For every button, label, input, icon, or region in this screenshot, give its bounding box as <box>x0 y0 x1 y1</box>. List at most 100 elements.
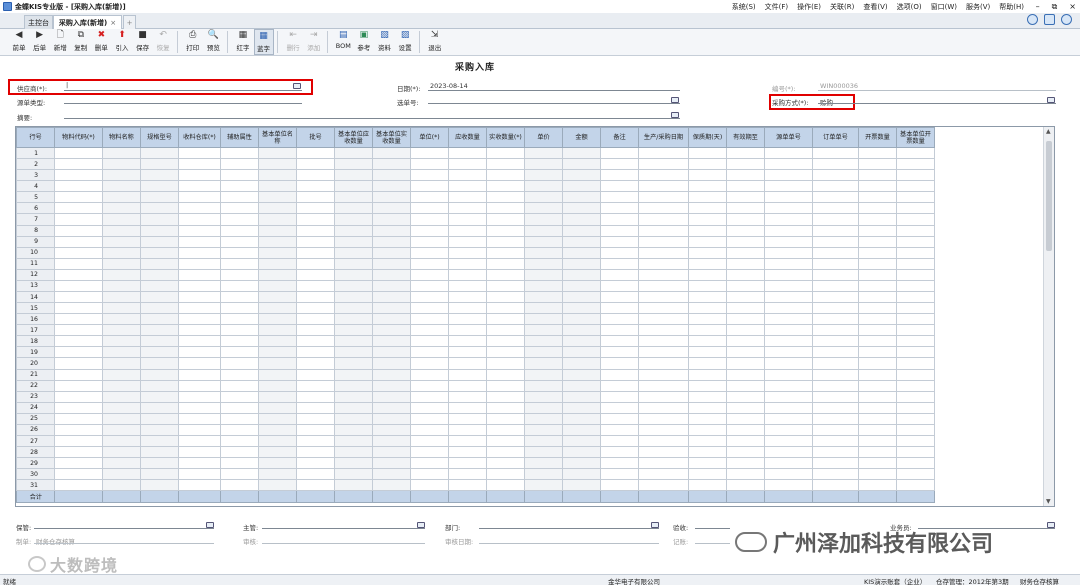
grid-cell[interactable] <box>638 235 689 248</box>
grid-cell[interactable] <box>562 279 601 293</box>
grid-cell[interactable] <box>764 412 813 425</box>
grid-cell[interactable] <box>102 180 141 193</box>
grid-cell[interactable] <box>688 158 727 171</box>
grid-cell[interactable] <box>258 468 297 481</box>
grid-cell[interactable] <box>140 435 179 448</box>
grid-cell[interactable] <box>726 279 765 293</box>
grid-cell[interactable] <box>410 279 449 293</box>
department-input[interactable] <box>479 528 659 529</box>
grid-cell[interactable] <box>296 468 335 481</box>
grid-cell[interactable] <box>896 158 935 171</box>
grid-cell[interactable] <box>178 435 221 448</box>
grid-cell[interactable] <box>524 146 563 160</box>
grid-cell[interactable] <box>764 268 813 281</box>
column-header[interactable]: 基本单位名称 <box>258 127 297 148</box>
grid-cell[interactable] <box>726 169 765 182</box>
grid-cell[interactable] <box>448 401 487 414</box>
grid-cell[interactable] <box>688 335 727 348</box>
grid-cell[interactable] <box>896 224 935 237</box>
grid-cell[interactable] <box>896 435 935 448</box>
grid-cell[interactable] <box>726 468 765 481</box>
grid-cell[interactable] <box>896 335 935 348</box>
grid-cell[interactable] <box>812 191 859 204</box>
grid-cell[interactable] <box>812 390 859 403</box>
grid-cell[interactable] <box>764 468 813 481</box>
grid-cell[interactable] <box>524 457 563 470</box>
grid-cell[interactable] <box>334 390 373 403</box>
table-row[interactable]: 24 <box>16 401 935 414</box>
grid-cell[interactable] <box>54 169 103 182</box>
grid-cell[interactable] <box>54 457 103 470</box>
grid-cell[interactable] <box>896 401 935 414</box>
grid-cell[interactable] <box>178 479 221 492</box>
grid-cell[interactable] <box>638 368 689 381</box>
grid-cell[interactable] <box>486 346 525 359</box>
grid-cell[interactable] <box>562 169 601 182</box>
grid-cell[interactable] <box>54 401 103 414</box>
grid-cell[interactable] <box>448 457 487 470</box>
grid-cell[interactable] <box>372 368 411 381</box>
grid-cell[interactable] <box>102 246 141 259</box>
grid-cell[interactable] <box>410 246 449 259</box>
grid-cell[interactable] <box>178 224 221 237</box>
toolbar-button-add-row[interactable]: ⇥ 添加 <box>304 29 324 55</box>
toolbar-button-reference[interactable]: ▣ 参考 <box>354 29 374 55</box>
grid-cell[interactable] <box>334 335 373 348</box>
grid-cell[interactable] <box>896 468 935 481</box>
grid-cell[interactable] <box>220 202 259 215</box>
grid-cell[interactable] <box>258 191 297 204</box>
grid-cell[interactable] <box>688 457 727 470</box>
grid-cell[interactable] <box>812 279 859 293</box>
smiley-icon[interactable] <box>1027 14 1038 25</box>
grid-cell[interactable] <box>600 246 639 259</box>
table-row[interactable]: 29 <box>16 457 935 470</box>
grid-cell[interactable] <box>410 180 449 193</box>
memo-lookup-icon[interactable] <box>671 112 679 118</box>
grid-cell[interactable] <box>858 468 897 481</box>
grid-cell[interactable] <box>858 423 897 437</box>
grid-cell[interactable] <box>372 291 411 304</box>
grid-cell[interactable] <box>54 324 103 337</box>
grid-cell[interactable] <box>410 302 449 315</box>
grid-cell[interactable] <box>102 224 141 237</box>
grid-cell[interactable] <box>638 446 689 459</box>
grid-cell[interactable] <box>220 180 259 193</box>
grid-cell[interactable] <box>296 390 335 403</box>
grid-cell[interactable] <box>102 257 141 270</box>
grid-cell[interactable] <box>372 357 411 370</box>
grid-cell[interactable] <box>638 169 689 182</box>
grid-cell[interactable] <box>140 357 179 370</box>
grid-cell[interactable] <box>140 246 179 259</box>
grid-cell[interactable] <box>296 202 335 215</box>
grid-cell[interactable] <box>638 423 689 437</box>
grid-cell[interactable] <box>688 423 727 437</box>
column-header[interactable]: 应收数量 <box>448 127 487 148</box>
grid-cell[interactable] <box>102 268 141 281</box>
grid-cell[interactable] <box>140 313 179 326</box>
grid-cell[interactable] <box>726 213 765 226</box>
grid-cell[interactable] <box>178 279 221 293</box>
grid-cell[interactable] <box>410 291 449 304</box>
grid-cell[interactable] <box>102 390 141 403</box>
grid-cell[interactable] <box>600 291 639 304</box>
grid-cell[interactable] <box>524 158 563 171</box>
grid-cell[interactable] <box>372 180 411 193</box>
grid-cell[interactable] <box>562 324 601 337</box>
toolbar-button-exit[interactable]: ⇲ 退出 <box>425 29 445 55</box>
menu-item-7[interactable]: 服务(V) <box>966 2 990 12</box>
grid-cell[interactable] <box>486 313 525 326</box>
grid-cell[interactable] <box>448 213 487 226</box>
grid-cell[interactable] <box>524 191 563 204</box>
grid-cell[interactable] <box>896 191 935 204</box>
grid-vertical-scrollbar[interactable]: ▲ ▼ <box>1043 127 1054 506</box>
grid-cell[interactable] <box>638 390 689 403</box>
grid-cell[interactable] <box>486 390 525 403</box>
grid-cell[interactable] <box>726 423 765 437</box>
grid-cell[interactable] <box>600 324 639 337</box>
grid-cell[interactable] <box>486 479 525 492</box>
scroll-down-icon[interactable]: ▼ <box>1046 498 1051 505</box>
grid-cell[interactable] <box>562 435 601 448</box>
menu-item-5[interactable]: 选项(O) <box>897 2 922 12</box>
column-header[interactable]: 基本单位应收数量 <box>334 127 373 148</box>
tab-add-button[interactable]: + <box>123 15 136 29</box>
